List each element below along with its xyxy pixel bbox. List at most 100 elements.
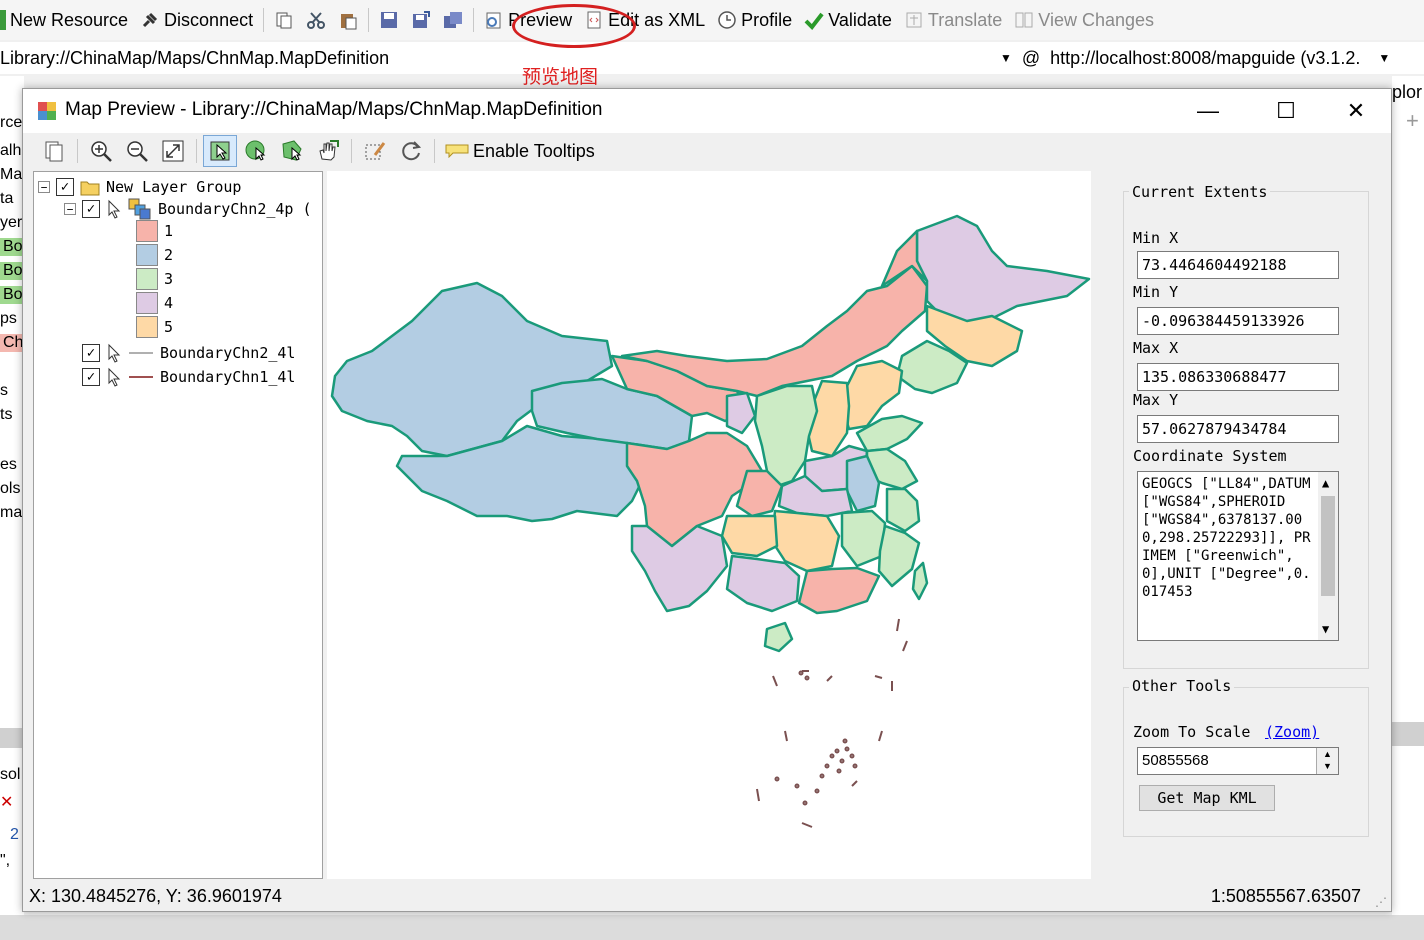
scissors-icon: [307, 12, 326, 29]
get-map-kml-button[interactable]: Get Map KML: [1139, 785, 1275, 811]
select-polygon-button[interactable]: [275, 135, 309, 167]
clear-selection-button[interactable]: [358, 135, 392, 167]
zoom-to-scale-label: Zoom To Scale: [1133, 723, 1251, 741]
theme-swatch: [136, 292, 158, 314]
save-as-button[interactable]: [405, 2, 437, 38]
min-x-label: Min X: [1133, 229, 1179, 247]
annotation-label: 预览地图: [522, 67, 599, 88]
legend-layer-row[interactable]: − ✓ BoundaryChn2_4p (: [64, 198, 312, 220]
cut-button[interactable]: [300, 2, 332, 38]
legend-theme-item: 5: [136, 316, 173, 338]
refresh-map-button[interactable]: [394, 135, 428, 167]
site-explorer-partial: rce alho Map ta yer Bo Bo Bo ps Ch s ts …: [0, 76, 24, 940]
theme-swatch: [136, 316, 158, 338]
coordinate-system-textarea[interactable]: GEOGCS ["LL84",DATUM ["WGS84",SPHEROID […: [1137, 471, 1339, 641]
layer-legend: − ✓ New Layer Group − ✓ BoundaryChn2_4p …: [33, 171, 323, 879]
spin-buttons[interactable]: ▲ ▼: [1316, 748, 1338, 774]
selectable-cursor-icon: [108, 343, 121, 363]
close-button[interactable]: ✕: [1321, 89, 1391, 133]
paste-button[interactable]: [332, 2, 364, 38]
clear-selection-icon: [365, 142, 386, 160]
zoom-extents-button[interactable]: [156, 135, 190, 167]
legend-theme-item: 3: [136, 268, 173, 290]
region-fujian: [877, 524, 921, 588]
group-checkbox[interactable]: ✓: [56, 178, 74, 196]
minimize-button[interactable]: —: [1173, 89, 1243, 133]
layer-checkbox[interactable]: ✓: [82, 200, 100, 218]
connection-icon: @: [1021, 47, 1041, 68]
refresh-icon: [402, 141, 422, 161]
legend-group-row[interactable]: − ✓ New Layer Group: [38, 176, 241, 198]
map-viewer[interactable]: [327, 171, 1091, 879]
legend-theme-item: 1: [136, 220, 173, 242]
copy-map-button[interactable]: [37, 135, 71, 167]
save-button[interactable]: [373, 2, 405, 38]
save-all-button[interactable]: [437, 2, 469, 38]
resource-address-bar: Library://ChinaMap/Maps/ChnMap.MapDefini…: [0, 42, 1424, 74]
annotation-circle: [512, 4, 636, 48]
theme-layer-icon: [128, 198, 151, 220]
window-titlebar: Map Preview - Library://ChinaMap/Maps/Ch…: [23, 89, 1391, 133]
new-resource-button[interactable]: New Resource: [0, 2, 134, 38]
translate-icon: [906, 12, 922, 28]
legend-layer-row[interactable]: ✓ BoundaryChn1_4l: [82, 366, 295, 388]
select-arrow-icon: [210, 141, 230, 161]
max-y-label: Max Y: [1133, 391, 1179, 409]
scrollbar-thumb[interactable]: [1321, 496, 1335, 596]
view-changes-button[interactable]: View Changes: [1008, 2, 1160, 38]
tooltip-icon: [445, 144, 469, 158]
zoom-out-button[interactable]: [120, 135, 154, 167]
properties-panel: Current Extents Min X 73.4464604492188 M…: [1093, 171, 1391, 879]
preview-icon: [486, 12, 501, 29]
disconnect-button[interactable]: Disconnect: [134, 2, 259, 38]
window-title: Map Preview - Library://ChinaMap/Maps/Ch…: [65, 99, 603, 120]
save-as-icon: [413, 11, 431, 28]
status-bar: X: 130.4845276, Y: 36.9601974 1:50855567…: [23, 881, 1391, 911]
max-y-field[interactable]: 57.0627879434784: [1137, 415, 1339, 443]
resize-grip-icon[interactable]: ⋰: [1375, 895, 1387, 909]
layer-checkbox[interactable]: ✓: [82, 368, 100, 386]
legend-layer-row[interactable]: ✓ BoundaryChn2_4l: [82, 342, 295, 364]
min-x-field[interactable]: 73.4464604492188: [1137, 251, 1339, 279]
other-tools-label: Other Tools: [1129, 677, 1235, 695]
min-y-field[interactable]: -0.096384459133926: [1137, 307, 1339, 335]
pan-tool-button[interactable]: [311, 135, 345, 167]
plus-icon[interactable]: +: [1406, 108, 1419, 134]
dropdown-arrow-icon[interactable]: ▼: [1378, 51, 1390, 65]
region-taiwan: [911, 561, 929, 601]
coordinate-system-label: Coordinate System: [1133, 447, 1287, 465]
collapse-icon[interactable]: −: [38, 181, 50, 193]
save-all-icon: [444, 12, 463, 28]
select-tool-button[interactable]: [203, 135, 237, 167]
clock-icon: [718, 11, 736, 29]
map-preview-window: Map Preview - Library://ChinaMap/Maps/Ch…: [22, 88, 1392, 912]
copy-icon: [276, 12, 292, 29]
translate-button[interactable]: Translate: [898, 2, 1008, 38]
region-heilongjiang: [915, 214, 1091, 328]
textarea-scrollbar[interactable]: ▲ ▼: [1318, 472, 1338, 640]
zoom-scale-input[interactable]: 50855568 ▲ ▼: [1137, 747, 1339, 775]
max-x-label: Max X: [1133, 339, 1179, 357]
zoom-link[interactable]: (Zoom): [1265, 723, 1319, 741]
maximize-button[interactable]: ☐: [1251, 89, 1321, 133]
region-hainan: [763, 621, 794, 653]
copy-button[interactable]: [268, 2, 300, 38]
scroll-up-icon[interactable]: ▲: [1322, 474, 1329, 492]
map-toolbar: Enable Tooltips: [23, 133, 1391, 169]
zoom-in-button[interactable]: [84, 135, 118, 167]
select-radius-button[interactable]: [239, 135, 273, 167]
max-x-field[interactable]: 135.086330688477: [1137, 363, 1339, 391]
validate-button[interactable]: Validate: [798, 2, 898, 38]
layer-checkbox[interactable]: ✓: [82, 344, 100, 362]
dropdown-arrow-icon[interactable]: ▼: [1000, 51, 1012, 65]
collapse-icon[interactable]: −: [64, 203, 76, 215]
scroll-down-icon[interactable]: ▼: [1322, 620, 1329, 638]
region-guizhou: [720, 514, 779, 558]
cursor-coordinates: X: 130.4845276, Y: 36.9601974: [29, 885, 282, 906]
profile-button[interactable]: Profile: [711, 2, 798, 38]
toolbar-separator: [473, 8, 475, 32]
resource-id-field[interactable]: Library://ChinaMap/Maps/ChnMap.MapDefini…: [0, 42, 1000, 74]
main-toolbar: New Resource Disconnect Preview Edit as …: [0, 0, 1424, 40]
enable-tooltips-button[interactable]: Enable Tooltips: [441, 135, 599, 167]
region-ningxia: [725, 391, 757, 435]
